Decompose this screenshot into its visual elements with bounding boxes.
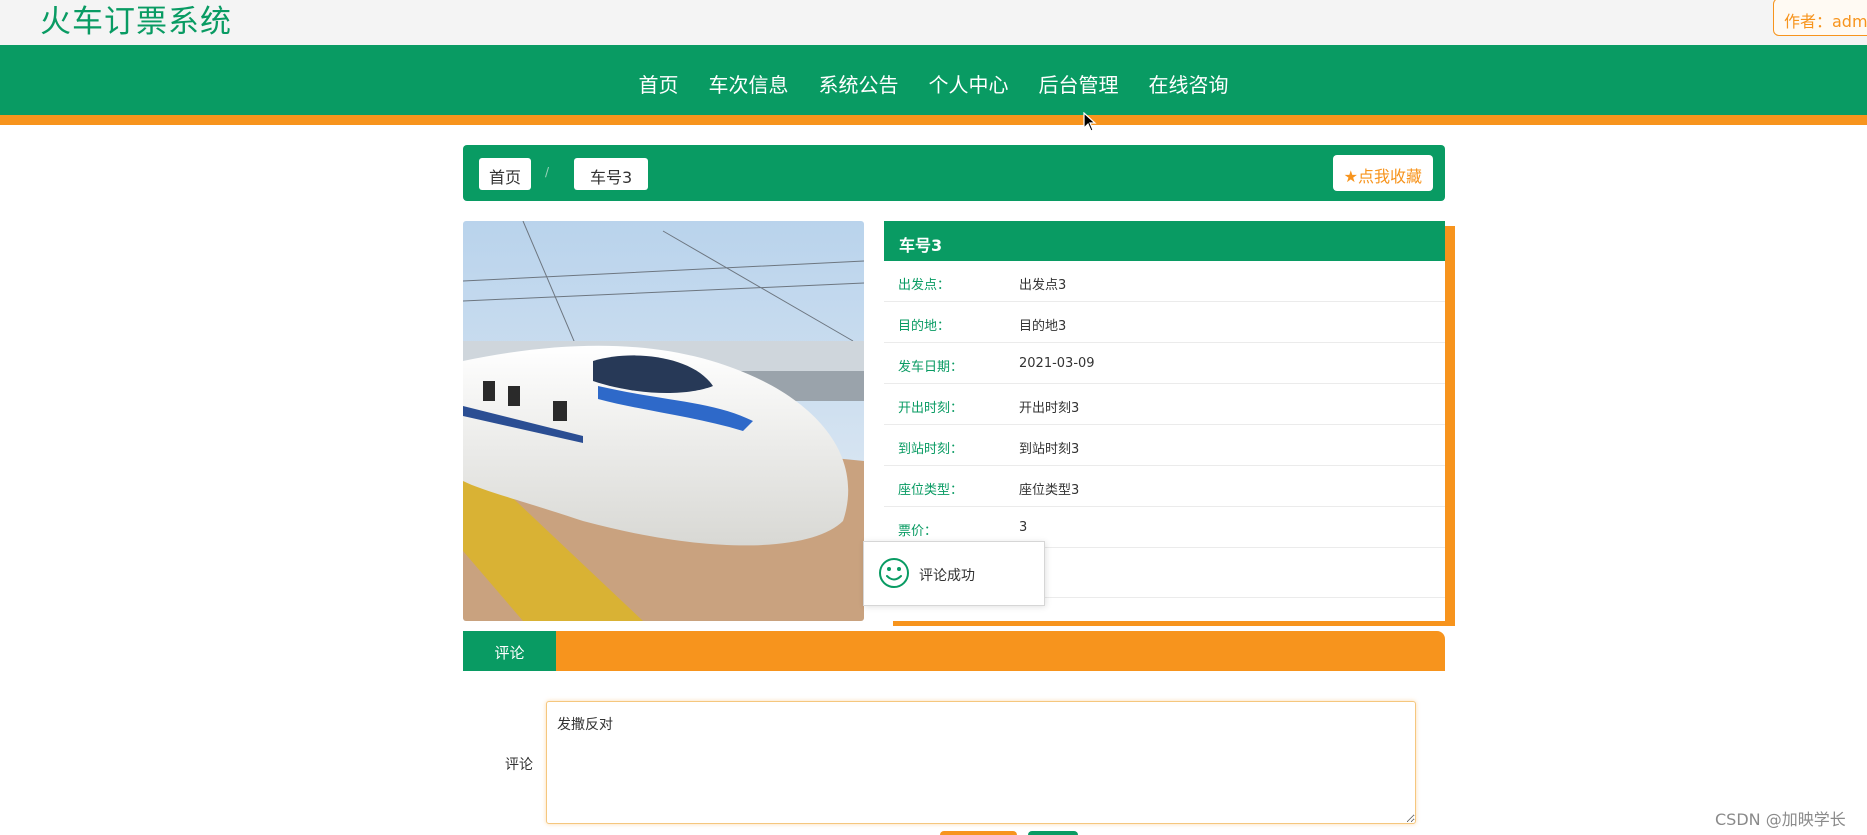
- tab-bar: 评论: [463, 631, 1445, 671]
- breadcrumb-separator: /: [545, 165, 550, 179]
- detail-label: 目的地：: [898, 319, 951, 334]
- detail-value: 目的地3: [1019, 319, 1067, 334]
- nav-item-consult[interactable]: 在线咨询: [1134, 69, 1244, 98]
- breadcrumb: 首页 / 车号3 ★点我收藏: [463, 145, 1445, 201]
- submit-button[interactable]: [940, 831, 1017, 835]
- detail-row: 到站时刻： 到站时刻3: [884, 425, 1445, 466]
- detail-label: 开出时刻：: [898, 401, 964, 416]
- comment-label: 评论: [505, 757, 533, 773]
- detail-value: 座位类型3: [1019, 483, 1080, 498]
- nav-item-admin[interactable]: 后台管理: [1024, 69, 1134, 98]
- detail-row: 发车日期： 2021-03-09: [884, 343, 1445, 384]
- author-badge: 作者：admi: [1773, 0, 1867, 36]
- mouse-cursor-icon: [1083, 112, 1097, 132]
- nav-item-home[interactable]: 首页: [624, 69, 694, 98]
- detail-label: 座位类型：: [898, 483, 964, 498]
- detail-title: 车号3: [884, 221, 1445, 261]
- tab-comments[interactable]: 评论: [463, 631, 556, 671]
- reset-button[interactable]: [1028, 831, 1078, 835]
- toast-text: 评论成功: [919, 568, 975, 584]
- watermark: CSDN @加映学长: [1715, 810, 1846, 829]
- detail-label: 到站时刻：: [898, 442, 964, 457]
- detail-value: 开出时刻3: [1019, 401, 1080, 416]
- detail-value: 2021-03-09: [1019, 356, 1095, 371]
- smile-icon: [879, 558, 909, 588]
- detail-row: 开出时刻： 开出时刻3: [884, 384, 1445, 425]
- nav-item-train-info[interactable]: 车次信息: [694, 69, 804, 98]
- comment-textarea[interactable]: 发撒反对: [546, 701, 1416, 824]
- detail-row: 出发点： 出发点3: [884, 261, 1445, 302]
- top-header: 火车订票系统 作者：admi: [0, 0, 1867, 45]
- success-toast: 评论成功: [863, 541, 1045, 606]
- detail-value: 出发点3: [1019, 278, 1067, 293]
- detail-label: 发车日期：: [898, 360, 964, 375]
- detail-value: 3: [1019, 520, 1028, 535]
- train-image: [463, 221, 864, 621]
- nav-item-announcements[interactable]: 系统公告: [804, 69, 914, 98]
- detail-label: 出发点：: [898, 278, 951, 293]
- nav-item-personal-center[interactable]: 个人中心: [914, 69, 1024, 98]
- breadcrumb-current: 车号3: [574, 158, 649, 190]
- detail-label: 票价：: [898, 524, 938, 539]
- breadcrumb-home[interactable]: 首页: [479, 158, 532, 190]
- favorite-button[interactable]: ★点我收藏: [1332, 155, 1433, 191]
- detail-row: 目的地： 目的地3: [884, 302, 1445, 343]
- detail-value: 到站时刻3: [1019, 442, 1080, 457]
- main-nav: 首页 车次信息 系统公告 个人中心 后台管理 在线咨询: [0, 45, 1867, 125]
- detail-row: 座位类型： 座位类型3: [884, 466, 1445, 507]
- site-title: 火车订票系统: [40, 4, 232, 40]
